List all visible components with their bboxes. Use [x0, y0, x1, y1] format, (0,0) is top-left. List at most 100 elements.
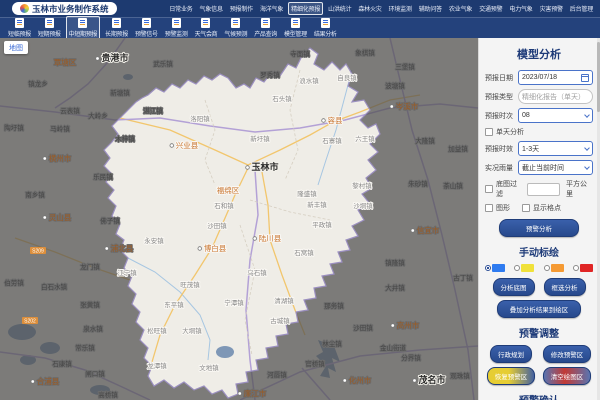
toolbar-item-label: 预警信号 — [135, 29, 158, 38]
menu-item-14[interactable]: 后台管理 — [568, 3, 595, 14]
map-town-label: 石和镇 — [214, 201, 234, 210]
draw-color-yellow-radio[interactable] — [514, 264, 534, 272]
menu-item-13[interactable]: 灾害预警 — [538, 3, 565, 14]
forecast-time-select[interactable]: 08 — [518, 108, 593, 123]
map-town-label: 大隆镇 — [415, 136, 435, 145]
water-body — [216, 346, 234, 358]
place-marker — [96, 57, 100, 61]
actual-rain-select[interactable]: 截止当前时间 — [518, 160, 593, 175]
forecast-type-value: 精细化报告（单天） — [522, 92, 585, 102]
map-town-label: 隆盛镇 — [297, 189, 317, 198]
menu-item-4[interactable]: 海洋气象 — [258, 3, 285, 14]
toolbar-item-5[interactable]: 预警信号 — [133, 17, 160, 39]
toolbar-item-8[interactable]: 气候预测 — [222, 17, 249, 39]
toolbar-item-label: 预警监测 — [165, 29, 188, 38]
map-town-label: 南乡镇 — [25, 190, 45, 199]
place-marker — [170, 144, 174, 148]
single-day-checkbox[interactable] — [485, 128, 493, 136]
map-town-label: 波塘镇 — [385, 81, 405, 90]
menu-item-3[interactable]: 预报制作 — [228, 3, 255, 14]
forecast-date-label: 预报日期 — [485, 73, 518, 83]
toolbar-item-9[interactable]: 产品查询 — [252, 17, 279, 39]
function-toolbar: 短临预报短期预报中短期预报长期预报预警信号预警监测天气会商气候预测产品查询模型管… — [0, 17, 600, 38]
actual-rain-label: 实况雨量 — [485, 163, 518, 173]
toolbar-item-3[interactable]: 中短期预报 — [66, 16, 101, 40]
calendar-icon[interactable] — [581, 74, 589, 82]
map-city-label: 贵港市 — [101, 52, 128, 63]
menu-item-5[interactable]: 精细化预报 — [288, 2, 323, 15]
modify-warning-area-button[interactable]: 修改预警区 — [543, 345, 592, 363]
map-canvas[interactable]: S209S202洛阳镇石头镇浪水镇自良镇石寨镇六王镇新圩镇黎村镇隆盛镇新丰镇沙垌… — [0, 38, 478, 400]
toolbar-item-label: 结果分析 — [314, 29, 337, 38]
show-grid-checkbox[interactable] — [522, 204, 530, 212]
warning-analysis-button[interactable]: 预警分析 — [499, 219, 579, 237]
menu-item-9[interactable]: 辅助问答 — [417, 3, 444, 14]
map-layer-chip[interactable]: 地图 — [4, 41, 28, 54]
place-marker — [43, 216, 47, 220]
weather-workstation-window: 玉林市业务制作系统 日常业务气象信息预报制作海洋气象精细化预报山洪统计森林火灾环… — [0, 0, 600, 400]
toolbar-item-1[interactable]: 短临预报 — [6, 17, 33, 39]
menu-item-7[interactable]: 森林火灾 — [356, 3, 383, 14]
toolbar-item-2[interactable]: 短期预报 — [36, 17, 63, 39]
menu-item-1[interactable]: 日常业务 — [167, 3, 194, 14]
map-town-label: 黎村镇 — [352, 181, 372, 190]
road-badge-label: S202 — [24, 319, 36, 325]
analysis-panel: 模型分析 预报日期 2023/07/18 预报类型 精细化报告（单天） 预报时次… — [478, 38, 600, 400]
toolbar-item-11[interactable]: 结果分析 — [312, 17, 339, 39]
document-icon — [142, 18, 151, 28]
toolbar-item-label: 中短期预报 — [69, 29, 98, 38]
map-city-label: 茂名市 — [417, 374, 445, 385]
toolbar-item-label: 产品查询 — [254, 29, 277, 38]
map-town-label: 旺茂镇 — [180, 280, 200, 289]
toolbar-item-7[interactable]: 天气会商 — [193, 17, 220, 39]
color-swatch-orange — [551, 264, 564, 272]
single-day-label: 单天分析 — [496, 127, 524, 137]
analyze-basemap-button[interactable]: 分析底图 — [493, 278, 535, 296]
map-county-label: 信宜市 — [417, 225, 440, 235]
toolbar-item-10[interactable]: 模型管理 — [282, 17, 309, 39]
clear-drawing-area-button[interactable]: 清空绘图区 — [543, 367, 592, 385]
menu-item-6[interactable]: 山洪统计 — [326, 3, 353, 14]
map-town-label: 镇隆镇 — [385, 258, 405, 267]
map-county-label: 岑溪市 — [396, 101, 419, 111]
menu-item-2[interactable]: 气象信息 — [198, 3, 225, 14]
map-town-label: 高桥镇 — [98, 390, 118, 399]
document-icon — [261, 18, 270, 28]
basemap-filter-checkbox[interactable] — [485, 185, 493, 193]
menu-item-10[interactable]: 农业气象 — [447, 3, 474, 14]
map-county-label: 福绵区 — [217, 185, 240, 195]
draw-color-blue-radio[interactable] — [485, 264, 505, 272]
map-town-label: 龙门镇 — [80, 262, 100, 271]
shape-checkbox[interactable] — [485, 204, 493, 212]
admin-boundary-button[interactable]: 行政规划 — [490, 345, 532, 363]
forecast-range-select[interactable]: 1-3天 — [518, 141, 593, 156]
map-town-label: 加益镇 — [448, 144, 468, 153]
map-town-label: 古城镇 — [270, 316, 290, 325]
draw-color-orange-radio[interactable] — [544, 264, 564, 272]
menu-item-8[interactable]: 环境监测 — [387, 3, 414, 14]
forecast-date-input[interactable]: 2023/07/18 — [518, 70, 593, 85]
map-town-label: 新塘镇 — [110, 88, 130, 97]
shape-label: 图形 — [496, 203, 510, 213]
map-town-label: 茶山镇 — [443, 181, 463, 190]
toolbar-item-4[interactable]: 长期预报 — [103, 17, 130, 39]
toolbar-item-6[interactable]: 预警监测 — [163, 17, 190, 39]
menu-item-12[interactable]: 电力气象 — [507, 3, 534, 14]
menu-item-11[interactable]: 交通预警 — [477, 3, 504, 14]
top-header: 玉林市业务制作系统 日常业务气象信息预报制作海洋气象精细化预报山洪统计森林火灾环… — [0, 0, 600, 17]
forecast-date-value: 2023/07/18 — [522, 74, 557, 81]
place-marker — [43, 157, 47, 161]
map-town-label: 朱砂镇 — [408, 179, 428, 188]
adjust-button-grid: 行政规划修改预警区恢复预警区清空绘图区 — [485, 345, 593, 385]
overlay-result-button[interactable]: 叠加分析结果到绘区 — [497, 300, 582, 318]
restore-warning-area-button[interactable]: 恢复预警区 — [487, 367, 536, 385]
map-svg: S209S202洛阳镇石头镇浪水镇自良镇石寨镇六王镇新圩镇黎村镇隆盛镇新丰镇沙垌… — [0, 38, 478, 400]
map-town-label: 松旺镇 — [147, 326, 167, 335]
area-threshold-input[interactable] — [527, 183, 560, 196]
box-select-analysis-button[interactable]: 框选分析 — [544, 278, 586, 296]
manual-draw-title: 手动标绘 — [485, 244, 593, 259]
map-town-label: 大井镇 — [385, 283, 405, 292]
place-marker — [391, 324, 395, 328]
draw-color-red-radio[interactable] — [573, 264, 593, 272]
forecast-type-input[interactable]: 精细化报告（单天） — [518, 89, 593, 104]
